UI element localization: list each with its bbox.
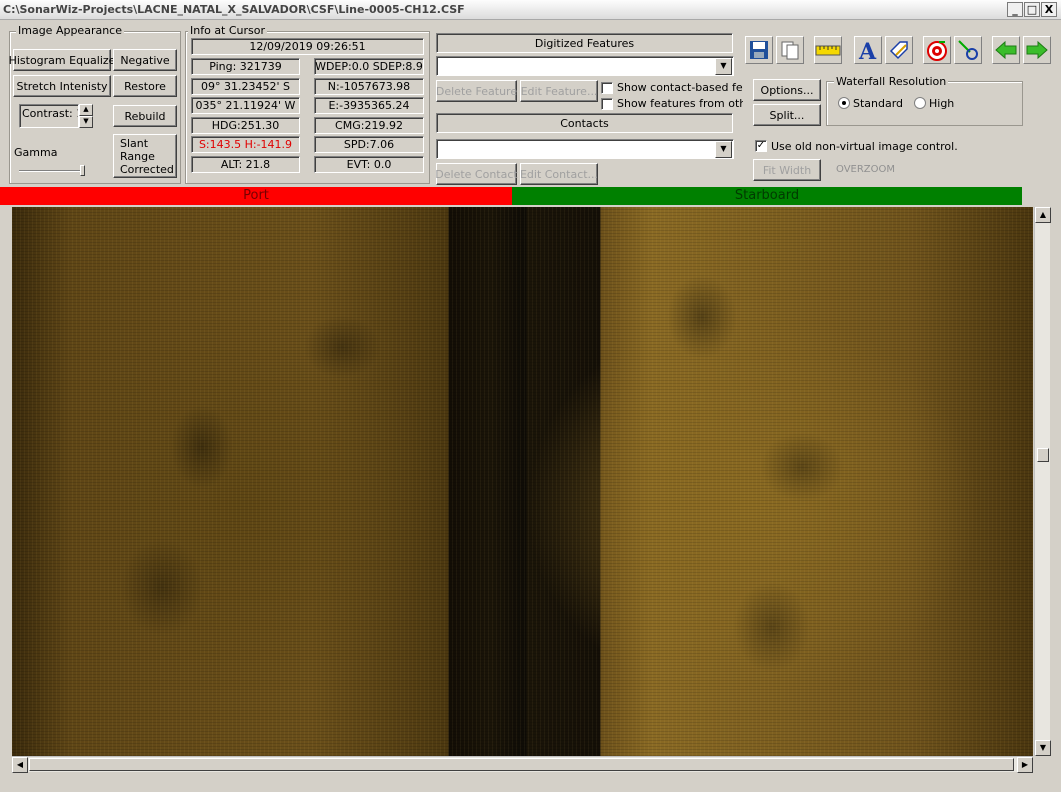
starboard-channel-bar: Starboard (512, 187, 1022, 205)
port-label: Port (243, 188, 269, 203)
ruler-icon[interactable] (814, 36, 842, 64)
scroll-right-icon[interactable]: ▶ (1017, 757, 1033, 773)
gamma-slider-thumb[interactable] (80, 165, 85, 176)
target-icon[interactable] (923, 36, 951, 64)
cursor-altitude: ALT: 21.8 (191, 156, 300, 173)
tag-edit-icon[interactable] (885, 36, 913, 64)
fit-width-button[interactable]: Fit Width (753, 159, 821, 181)
arrow-right-icon[interactable] (1023, 36, 1051, 64)
negative-button[interactable]: Negative (113, 49, 177, 71)
cursor-speed: SPD:7.06 (314, 136, 424, 153)
cursor-longitude: 035° 21.11924' W (191, 97, 300, 114)
contrast-up-icon[interactable]: ▲ (79, 104, 93, 116)
show-features-other-checkbox[interactable] (601, 98, 613, 110)
copy-icon[interactable] (776, 36, 804, 64)
overzoom-label: OVERZOOM (836, 164, 896, 175)
chevron-down-icon[interactable]: ▼ (715, 141, 732, 158)
scroll-up-icon[interactable]: ▲ (1035, 207, 1051, 223)
starboard-label: Starboard (734, 188, 800, 203)
digitized-features-header: Digitized Features (436, 33, 733, 53)
options-button[interactable]: Options... (753, 79, 821, 101)
vertical-scrollbar[interactable]: ▲ ▼ (1034, 207, 1051, 756)
contacts-header: Contacts (436, 113, 733, 133)
show-contact-based-label: Show contact-based featu (617, 81, 743, 94)
cursor-easting: E:-3935365.24 (314, 97, 424, 114)
port-channel-bar: Port (0, 187, 512, 205)
text-annotation-icon[interactable]: A (854, 36, 882, 64)
save-icon[interactable] (745, 36, 773, 64)
gamma-slider[interactable] (19, 170, 85, 172)
slant-range-corrected-button[interactable]: Slant Range Corrected (113, 134, 177, 178)
svg-text:A: A (858, 39, 877, 62)
show-features-other-label: Show features from other (617, 97, 743, 110)
edit-feature-button[interactable]: Edit Feature... (520, 80, 598, 102)
title-bar: C:\SonarWiz-Projects\LACNE_NATAL_X_SALVA… (0, 0, 1061, 20)
use-old-image-control-checkbox[interactable]: ✓ (755, 140, 767, 152)
split-button[interactable]: Split... (753, 104, 821, 126)
standard-radio[interactable] (838, 97, 850, 109)
window-title: C:\SonarWiz-Projects\LACNE_NATAL_X_SALVA… (3, 3, 465, 16)
measure-zoom-icon[interactable] (954, 36, 982, 64)
stretch-intensity-button[interactable]: Stretch Intenisty (13, 75, 111, 97)
edit-contact-button[interactable]: Edit Contact... (520, 163, 598, 185)
standard-label: Standard (853, 97, 904, 110)
scroll-left-icon[interactable]: ◀ (12, 757, 28, 773)
image-appearance-label: Image Appearance (16, 24, 124, 37)
contacts-combo[interactable]: ▼ (436, 139, 734, 159)
scroll-down-icon[interactable]: ▼ (1035, 740, 1051, 756)
show-contact-based-checkbox[interactable] (601, 82, 613, 94)
sonar-waterfall-image[interactable] (12, 207, 1033, 756)
close-button[interactable]: X (1041, 2, 1057, 17)
waterfall-resolution-label: Waterfall Resolution (834, 75, 949, 88)
histogram-equalize-button[interactable]: Histogram Equalize (9, 49, 115, 71)
info-at-cursor-label: Info at Cursor (188, 24, 268, 37)
cursor-wdep-sdep: WDEP:0.0 SDEP:8.9 (314, 58, 424, 75)
cursor-latitude: 09° 31.23452' S (191, 78, 300, 95)
cursor-cmg: CMG:219.92 (314, 117, 424, 134)
contrast-down-icon[interactable]: ▼ (79, 116, 93, 128)
delete-feature-button[interactable]: Delete Feature (436, 80, 517, 102)
delete-contact-button[interactable]: Delete Contact (435, 163, 518, 185)
high-radio[interactable] (914, 97, 926, 109)
high-label: High (929, 97, 955, 110)
use-old-image-control-label: Use old non-virtual image control. (771, 140, 958, 153)
gamma-label: Gamma (14, 146, 58, 159)
arrow-left-icon[interactable] (992, 36, 1020, 64)
cursor-slant-height: S:143.5 H:-141.9 (191, 136, 300, 153)
restore-button[interactable]: Restore (113, 75, 177, 97)
contrast-field[interactable]: Contrast: 1 (19, 104, 79, 128)
horizontal-scrollbar[interactable]: ◀ ▶ (12, 756, 1033, 773)
cursor-datetime: 12/09/2019 09:26:51 (191, 38, 424, 55)
minimize-button[interactable]: _ (1007, 2, 1023, 17)
features-combo[interactable]: ▼ (436, 56, 734, 76)
cursor-event: EVT: 0.0 (314, 156, 424, 173)
horizontal-scroll-thumb[interactable] (29, 758, 1014, 771)
cursor-heading: HDG:251.30 (191, 117, 300, 134)
vertical-scroll-thumb[interactable] (1037, 448, 1049, 462)
maximize-button[interactable]: □ (1024, 2, 1040, 17)
chevron-down-icon[interactable]: ▼ (715, 58, 732, 75)
cursor-ping: Ping: 321739 (191, 58, 300, 75)
rebuild-button[interactable]: Rebuild (113, 105, 177, 127)
cursor-northing: N:-1057673.98 (314, 78, 424, 95)
